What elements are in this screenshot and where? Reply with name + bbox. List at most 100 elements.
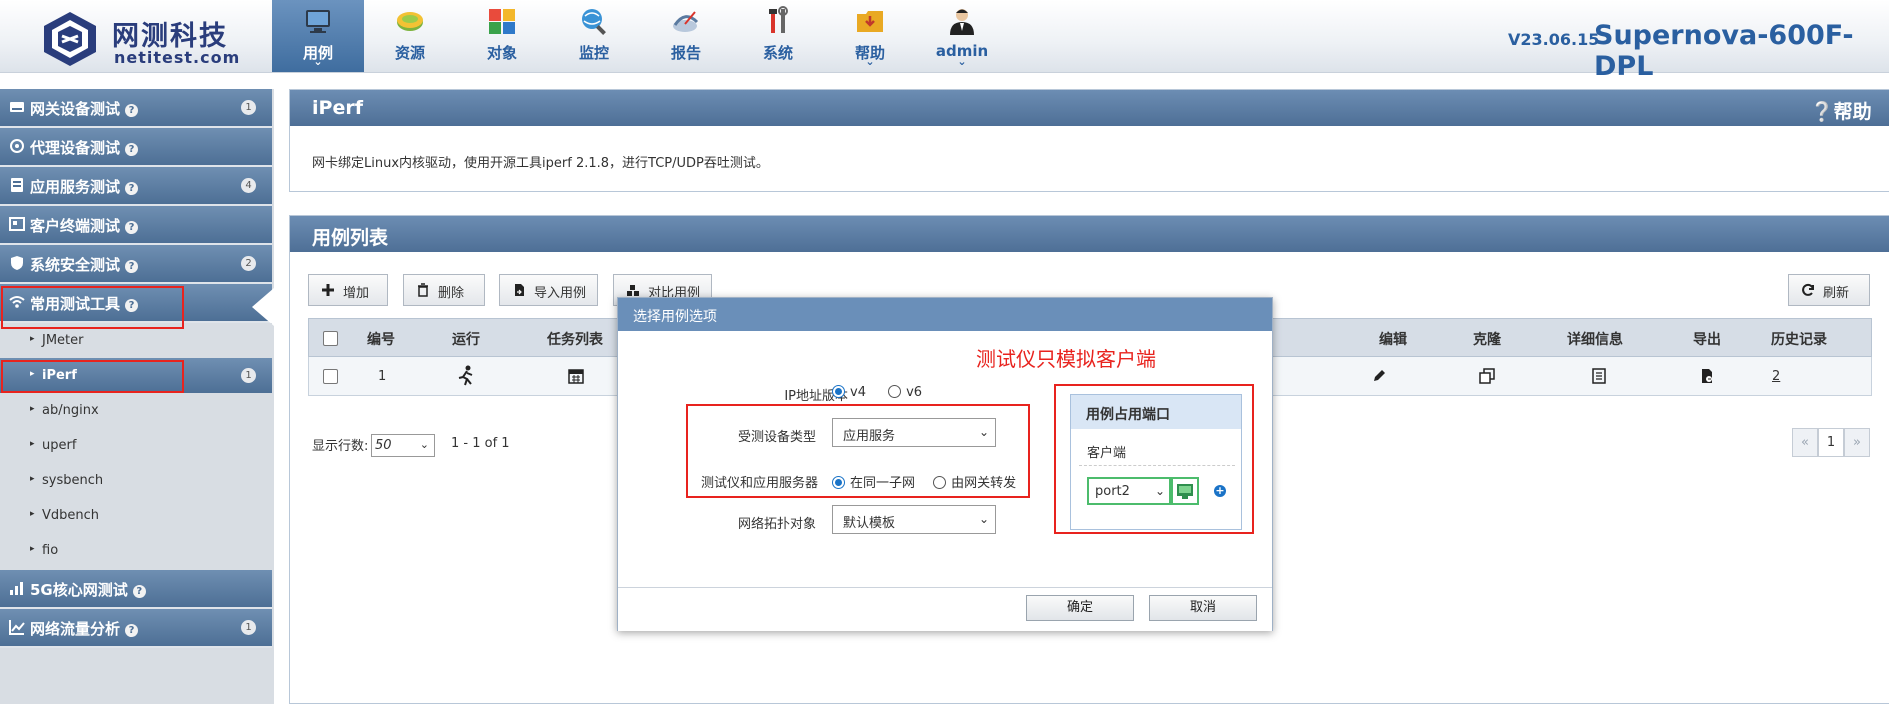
button-label: 导入用例	[534, 286, 587, 301]
main-nav: 用例 ⌄ 资源 对象 监控 报告 系统 帮助 ⌄ admin ⌄	[272, 0, 1008, 72]
refresh-button[interactable]: 刷新	[1788, 274, 1870, 306]
sidebar-item-label: uperf	[42, 438, 77, 453]
clone-icon[interactable]	[1479, 368, 1495, 384]
column-header-id[interactable]: 编号	[367, 329, 395, 349]
sidebar-item-label: fio	[42, 543, 59, 558]
details-list-icon[interactable]	[1591, 368, 1607, 384]
nav-system[interactable]: 系统	[732, 0, 824, 72]
sidebar-item-label: 应用服务测试	[30, 178, 121, 196]
column-header-clone[interactable]: 克隆	[1473, 329, 1501, 349]
history-count-link[interactable]: 2	[1772, 369, 1780, 384]
server-icon	[11, 178, 23, 192]
caret-right-icon: ▸	[30, 544, 35, 554]
column-header-history[interactable]: 历史记录	[1771, 329, 1827, 349]
help-link[interactable]: ❔帮助	[1810, 97, 1872, 124]
select-all-checkbox[interactable]	[323, 331, 338, 346]
topology-value: 默认模板	[843, 516, 896, 531]
refresh-icon	[1802, 283, 1814, 296]
column-header-task-list[interactable]: 任务列表	[547, 329, 603, 349]
rows-per-page-select[interactable]: 50 ⌄	[371, 434, 435, 457]
add-case-button[interactable]: 增加	[308, 274, 388, 306]
nav-objects[interactable]: 对象	[456, 0, 548, 72]
caret-right-icon: ▸	[30, 509, 35, 519]
help-question-icon[interactable]: ?	[125, 182, 139, 195]
sidebar-item-client-terminal[interactable]: 客户终端测试?	[0, 206, 272, 245]
rows-per-page-label: 显示行数:	[312, 439, 369, 454]
caret-right-icon: ▸	[30, 474, 35, 484]
dialog-header: 选择用例选项	[618, 298, 1272, 331]
case-list-title: 用例列表	[312, 227, 389, 249]
cancel-button[interactable]: 取消	[1149, 595, 1257, 621]
sidebar-item-traffic-analysis[interactable]: 网络流量分析? 1	[0, 609, 272, 648]
chevron-down-icon: ⌄	[313, 55, 323, 68]
brand-logo[interactable]: 网测科技 netitest.com	[40, 8, 280, 68]
help-question-icon[interactable]: ?	[132, 585, 146, 598]
trash-icon	[418, 283, 428, 297]
ip-version-radio-group: v4 v6	[832, 385, 922, 400]
sidebar-item-vdbench[interactable]: ▸ Vdbench	[0, 498, 272, 533]
help-question-icon[interactable]: ?	[125, 260, 139, 273]
user-avatar-icon	[950, 9, 974, 35]
help-question-icon[interactable]: ?	[125, 104, 139, 117]
import-case-button[interactable]: 导入用例	[499, 274, 598, 306]
sidebar-item-label: JMeter	[42, 333, 84, 348]
column-header-export[interactable]: 导出	[1693, 329, 1721, 349]
case-id: 1	[378, 369, 387, 384]
sidebar-item-label: Vdbench	[42, 508, 100, 523]
sidebar-item-label: 5G核心网测试	[30, 581, 128, 599]
object-blocks-icon	[489, 9, 515, 34]
sidebar-item-security[interactable]: 系统安全测试? 2	[0, 245, 272, 284]
topology-select[interactable]: 默认模板 ⌄	[832, 505, 996, 534]
nav-monitor[interactable]: 监控	[548, 0, 640, 72]
sidebar-item-gateway[interactable]: 网关设备测试? 1	[0, 89, 272, 128]
ip-version-label: IP地址版本	[784, 389, 848, 404]
count-badge: 1	[241, 368, 256, 383]
nav-help[interactable]: 帮助 ⌄	[824, 0, 916, 72]
column-header-edit[interactable]: 编辑	[1379, 329, 1407, 349]
run-figure-icon[interactable]	[455, 365, 477, 387]
sidebar-item-5g-core[interactable]: 5G核心网测试?	[0, 570, 272, 609]
help-question-icon[interactable]: ?	[125, 624, 139, 637]
calendar-icon[interactable]	[568, 368, 584, 384]
help-question-icon[interactable]: ?	[125, 143, 139, 156]
column-header-details[interactable]: 详细信息	[1567, 329, 1623, 349]
edit-pencil-icon[interactable]	[1371, 368, 1387, 384]
sidebar-item-ab-nginx[interactable]: ▸ ab/nginx	[0, 393, 272, 428]
shield-icon	[11, 256, 23, 270]
nav-reports[interactable]: 报告	[640, 0, 732, 72]
pager-next-button[interactable]: »	[1844, 428, 1870, 457]
delete-case-button[interactable]: 删除	[403, 274, 485, 306]
ip-v6-option[interactable]: v6	[888, 385, 922, 400]
export-file-icon[interactable]	[1699, 368, 1715, 384]
sidebar-item-label: sysbench	[42, 473, 104, 488]
confirm-button[interactable]: 确定	[1026, 595, 1134, 621]
signal-bars-icon	[10, 582, 23, 595]
highlight-box-common-tools	[1, 286, 184, 329]
chevron-down-icon: ⌄	[957, 55, 967, 68]
case-list-header: 用例列表	[290, 216, 1889, 252]
sidebar-item-app-service[interactable]: 应用服务测试? 4	[0, 167, 272, 206]
sidebar-item-fio[interactable]: ▸ fio	[0, 533, 272, 568]
nav-cases[interactable]: 用例 ⌄	[272, 0, 364, 72]
nav-label: 对象	[486, 44, 517, 62]
pager-prev-button[interactable]: «	[1792, 428, 1818, 457]
count-badge: 1	[241, 620, 256, 635]
chevron-down-icon: ⌄	[978, 512, 989, 526]
count-badge: 1	[241, 100, 256, 115]
pager-page-1[interactable]: 1	[1818, 428, 1844, 457]
monitor-icon	[306, 10, 330, 33]
sidebar-item-label: 系统安全测试	[30, 256, 121, 274]
nav-label: 资源	[394, 44, 425, 62]
product-name: Supernova-600F-DPL	[1594, 20, 1854, 82]
help-question-icon[interactable]: ?	[125, 221, 139, 234]
sidebar-item-proxy[interactable]: 代理设备测试?	[0, 128, 272, 167]
column-header-run[interactable]: 运行	[452, 329, 480, 349]
nav-admin[interactable]: admin ⌄	[916, 0, 1008, 72]
row-checkbox[interactable]	[323, 369, 338, 384]
sidebar-item-sysbench[interactable]: ▸ sysbench	[0, 463, 272, 498]
ip-v4-option[interactable]: v4	[832, 385, 866, 400]
version-label: V23.06.15	[1508, 30, 1600, 49]
sidebar-item-uperf[interactable]: ▸ uperf	[0, 428, 272, 463]
nav-resources[interactable]: 资源	[364, 0, 456, 72]
nav-label: 系统	[762, 44, 793, 62]
